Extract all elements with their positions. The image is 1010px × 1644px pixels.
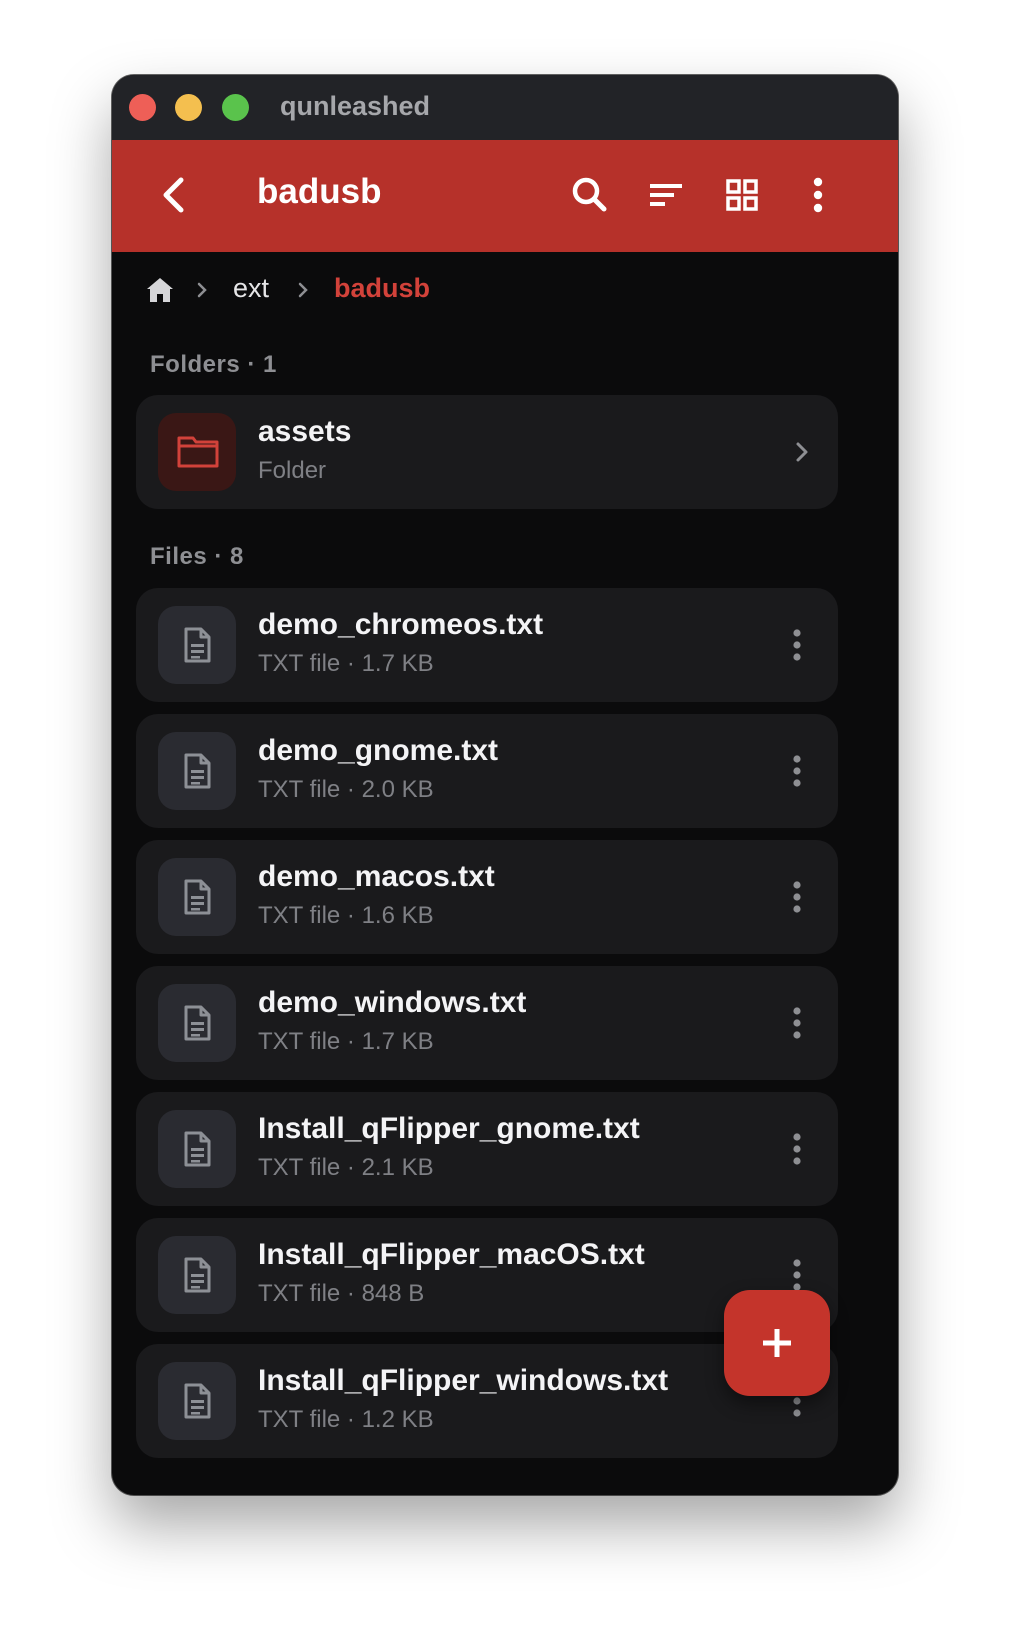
more-vertical-icon[interactable] [790, 753, 804, 789]
document-icon [184, 753, 211, 789]
add-button[interactable] [724, 1290, 830, 1396]
minimize-window-button[interactable] [175, 94, 202, 121]
more-vertical-icon[interactable] [790, 1131, 804, 1167]
chevron-right-icon [298, 282, 308, 298]
back-button[interactable] [152, 172, 198, 218]
file-icon-box [158, 984, 236, 1062]
document-icon [184, 1131, 211, 1167]
document-icon [184, 1383, 211, 1419]
file-name: demo_macos.txt [258, 860, 495, 893]
window-title: qunleashed [280, 91, 431, 121]
file-icon-box [158, 606, 236, 684]
file-meta: TXT file · 1.6 KB [258, 902, 434, 929]
page-title: badusb [257, 172, 382, 211]
file-item[interactable]: demo_gnome.txt TXT file · 2.0 KB [136, 714, 838, 828]
breadcrumb-item-current: badusb [334, 273, 431, 303]
title-bar: qunleashed [112, 75, 898, 140]
file-meta: TXT file · 2.0 KB [258, 776, 434, 803]
search-button[interactable] [568, 173, 612, 217]
file-icon-box [158, 732, 236, 810]
file-item[interactable]: Install_qFlipper_gnome.txt TXT file · 2.… [136, 1092, 838, 1206]
file-icon-box [158, 858, 236, 936]
document-icon [184, 1005, 211, 1041]
file-icon-box [158, 1362, 236, 1440]
file-name: demo_windows.txt [258, 986, 527, 1019]
more-vertical-icon[interactable] [790, 879, 804, 915]
more-vertical-icon[interactable] [790, 627, 804, 663]
file-name: Install_qFlipper_macOS.txt [258, 1238, 645, 1271]
file-name: demo_chromeos.txt [258, 608, 544, 641]
document-icon [184, 1257, 211, 1293]
chevron-right-icon [197, 282, 207, 298]
file-meta: TXT file · 1.7 KB [258, 650, 434, 677]
grid-view-button[interactable] [720, 173, 764, 217]
breadcrumb: ext badusb [112, 252, 898, 332]
more-vertical-icon[interactable] [790, 1257, 804, 1293]
more-options-button[interactable] [796, 173, 840, 217]
chevron-right-icon [796, 442, 808, 462]
file-item[interactable]: demo_windows.txt TXT file · 1.7 KB [136, 966, 838, 1080]
plus-icon [763, 1329, 791, 1357]
file-name: Install_qFlipper_gnome.txt [258, 1112, 640, 1145]
app-window: qunleashed badusb ext badusb Folders · 1… [112, 75, 898, 1495]
file-meta: TXT file · 1.2 KB [258, 1406, 434, 1433]
file-meta: TXT file · 1.7 KB [258, 1028, 434, 1055]
sort-icon [650, 184, 682, 206]
file-item[interactable]: demo_chromeos.txt TXT file · 1.7 KB [136, 588, 838, 702]
folder-icon-box [158, 413, 236, 491]
search-icon [572, 177, 607, 212]
files-section-label: Files · 8 [150, 543, 244, 570]
file-name: demo_gnome.txt [258, 734, 499, 767]
document-icon [184, 627, 211, 663]
folder-name: assets [258, 415, 352, 448]
file-meta: TXT file · 848 B [258, 1280, 425, 1307]
file-icon-box [158, 1236, 236, 1314]
folder-meta: Folder [258, 457, 327, 484]
folders-section-label: Folders · 1 [150, 351, 277, 378]
home-icon[interactable] [145, 275, 175, 305]
document-icon [184, 879, 211, 915]
zoom-window-button[interactable] [222, 94, 249, 121]
sort-button[interactable] [644, 173, 688, 217]
app-bar: badusb [112, 140, 898, 252]
folder-item-assets[interactable]: assets Folder [136, 395, 838, 509]
close-window-button[interactable] [129, 94, 156, 121]
folder-icon [177, 436, 219, 468]
file-icon-box [158, 1110, 236, 1188]
file-name: Install_qFlipper_windows.txt [258, 1364, 669, 1397]
more-vertical-icon [813, 177, 823, 213]
back-arrow-icon [163, 177, 184, 213]
more-vertical-icon[interactable] [790, 1005, 804, 1041]
breadcrumb-item-ext[interactable]: ext [233, 273, 269, 304]
file-meta: TXT file · 2.1 KB [258, 1154, 434, 1181]
file-item[interactable]: demo_macos.txt TXT file · 1.6 KB [136, 840, 838, 954]
grid-view-icon [726, 179, 758, 211]
